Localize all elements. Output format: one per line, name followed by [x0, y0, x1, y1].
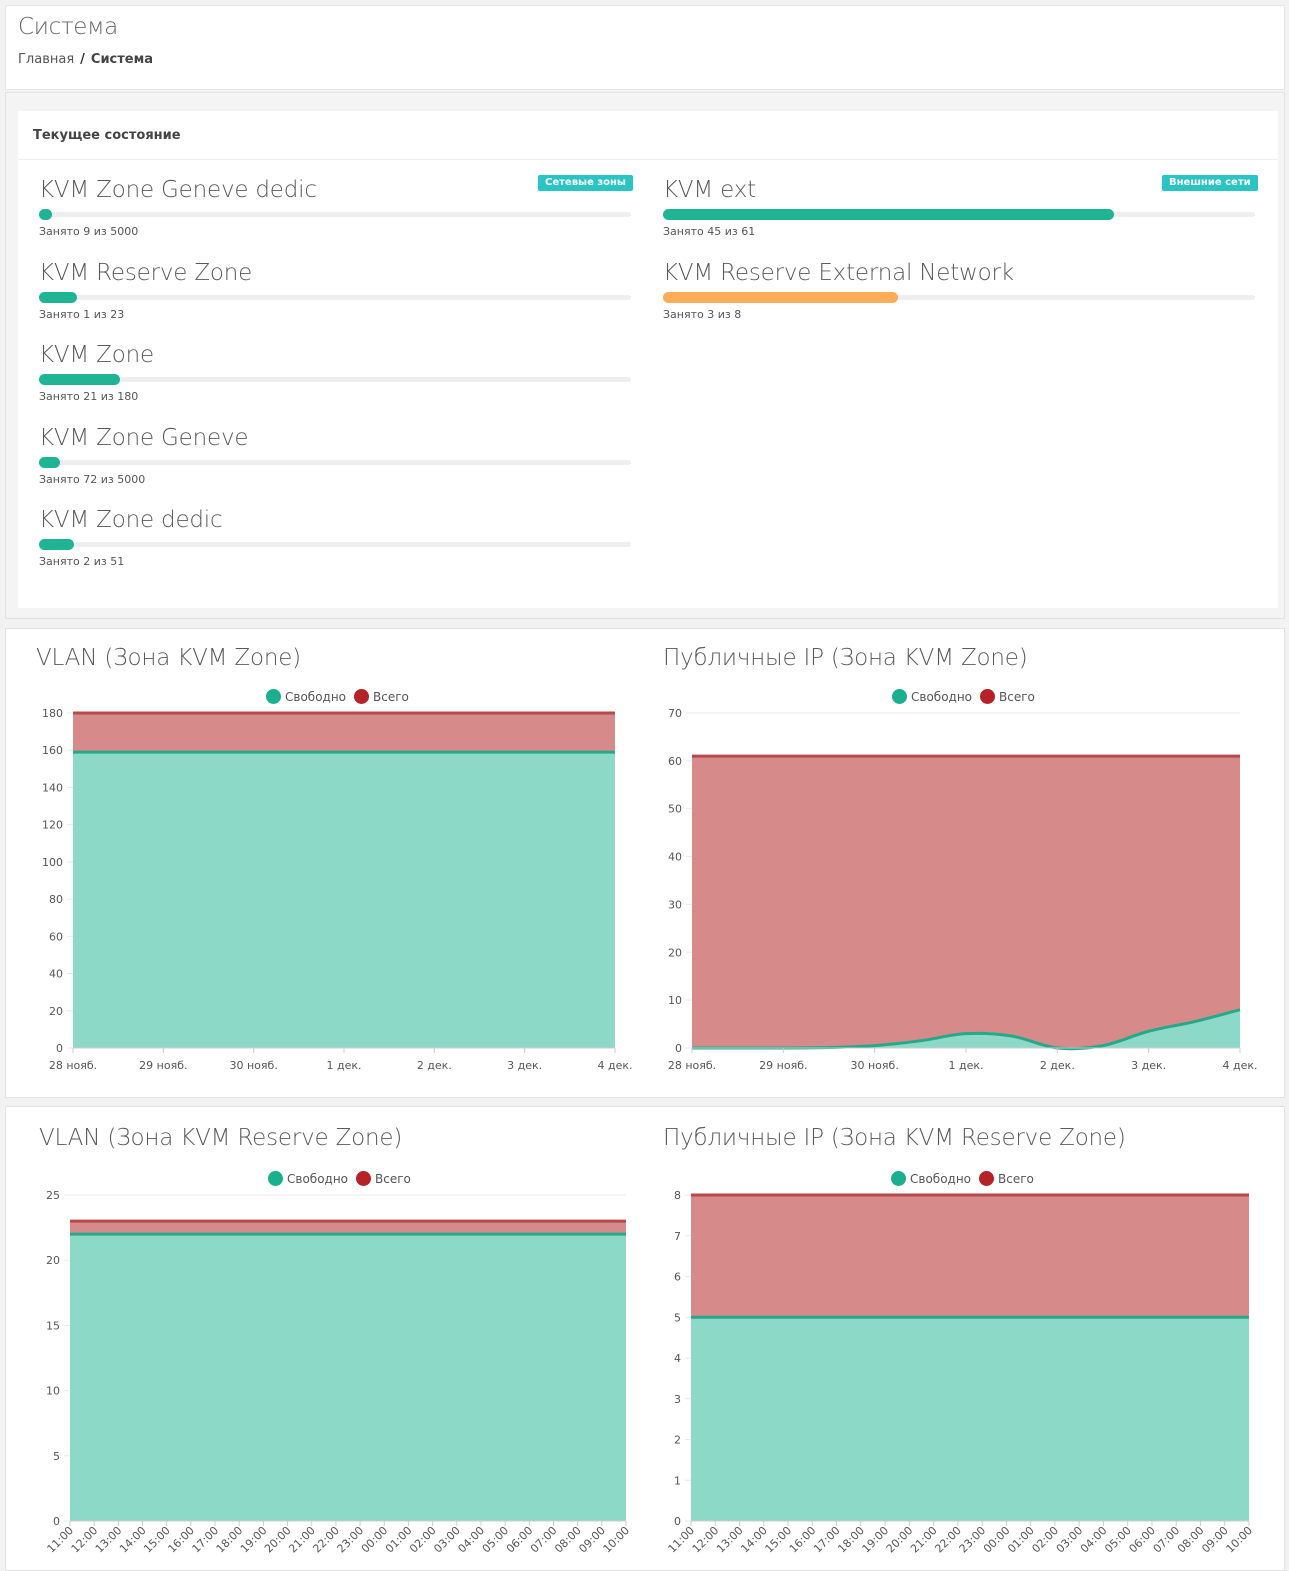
x-tick-label: 28 нояб.	[668, 1059, 716, 1072]
x-tick-label: 14:00	[738, 1524, 770, 1556]
x-tick-label: 09:00	[1199, 1524, 1231, 1556]
resource-name: KVM Zone dedic	[39, 507, 223, 533]
x-tick-label: 3 дек.	[1131, 1059, 1166, 1072]
card-divider	[18, 159, 1278, 160]
resource-name: KVM Reserve Zone	[39, 260, 253, 286]
x-tick-label: 19:00	[860, 1524, 892, 1556]
x-tick-label: 18:00	[835, 1524, 867, 1556]
y-tick-label: 3	[674, 1393, 681, 1406]
x-tick-label: 1 дек.	[948, 1059, 983, 1072]
x-tick-label: 04:00	[1078, 1524, 1110, 1556]
resource-name: KVM Reserve External Network	[663, 260, 1014, 286]
x-tick-label: 01:00	[1005, 1524, 1037, 1556]
charts-row-kvm-zone: VLAN (Зона KVM Zone) Свободно Всего 0 20 4…	[5, 628, 1285, 1098]
x-tick-label: 22:00	[932, 1524, 964, 1556]
x-tick-label: 02:00	[1029, 1524, 1061, 1556]
y-tick-label: 0	[675, 1042, 682, 1055]
usage-bar-fill	[663, 209, 1114, 220]
breadcrumb-current: Система	[90, 52, 154, 67]
x-tick-label: 07:00	[1151, 1524, 1183, 1556]
usage-text: Занято 21 из 180	[39, 390, 139, 403]
y-tick-label: 4	[674, 1352, 681, 1365]
y-tick-label: 8	[674, 1189, 681, 1202]
x-tick-label: 11:00	[666, 1524, 698, 1556]
x-tick-label: 2 дек.	[1040, 1059, 1075, 1072]
network-zones-badge: Сетевые зоны	[538, 175, 633, 191]
x-tick-label: 30 нояб.	[851, 1059, 899, 1072]
total-area	[692, 756, 1240, 1048]
usage-text: Занято 2 из 51	[39, 555, 125, 568]
usage-bar-track	[39, 374, 631, 385]
y-tick-label: 0	[674, 1515, 681, 1528]
x-tick-label: 10:00	[1224, 1524, 1256, 1556]
usage-bar-fill	[663, 292, 898, 303]
y-tick-label: 10	[668, 994, 682, 1007]
y-tick-label: 60	[668, 755, 682, 768]
x-tick-label: 03:00	[1054, 1524, 1086, 1556]
usage-text: Занято 9 из 5000	[39, 225, 139, 238]
usage-bar-fill	[39, 209, 52, 220]
usage-bar-track	[663, 292, 1255, 303]
x-tick-label: 16:00	[787, 1524, 819, 1556]
y-tick-label: 6	[674, 1271, 681, 1284]
chart-public-ip-kvm-reserve-zone: 01234567811:0012:0013:0014:0015:0016:001…	[666, 1189, 1256, 1556]
usage-bar-track	[39, 292, 631, 303]
x-tick-label: 29 нояб.	[759, 1059, 807, 1072]
y-tick-label: 7	[674, 1230, 681, 1243]
x-tick-label: 4 дек.	[1222, 1059, 1257, 1072]
usage-bar-track	[39, 209, 631, 220]
resource-name: KVM ext	[663, 177, 756, 203]
y-tick-label: 20	[668, 946, 682, 959]
y-tick-label: 50	[668, 803, 682, 816]
breadcrumb-home-link[interactable]: Главная	[18, 52, 74, 67]
charts-row-kvm-reserve-zone: VLAN (Зона KVM Reserve Zone) Свободно Вс…	[5, 1106, 1285, 1571]
y-tick-label: 70	[668, 707, 682, 720]
x-tick-label: 05:00	[1102, 1524, 1134, 1556]
usage-text: Занято 72 из 5000	[39, 473, 146, 486]
usage-bar-track	[39, 457, 631, 468]
x-tick-label: 12:00	[690, 1524, 722, 1556]
x-tick-label: 13:00	[714, 1524, 746, 1556]
usage-bar-track	[663, 209, 1255, 220]
x-tick-label: 21:00	[908, 1524, 940, 1556]
status-card-title: Текущее состояние	[33, 128, 181, 143]
x-tick-label: 17:00	[811, 1524, 843, 1556]
external-networks-badge: Внешние сети	[1162, 175, 1258, 191]
x-tick-label: 00:00	[981, 1524, 1013, 1556]
status-panel: Текущее состояние Сетевые зоны Внешние с…	[5, 92, 1285, 619]
x-tick-label: 23:00	[957, 1524, 989, 1556]
y-tick-label: 1	[674, 1474, 681, 1487]
usage-text: Занято 3 из 8	[663, 308, 742, 321]
y-tick-label: 5	[674, 1311, 681, 1324]
usage-bar-fill	[39, 292, 77, 303]
usage-bar-fill	[39, 374, 120, 385]
x-tick-label: 15:00	[763, 1524, 795, 1556]
usage-bar-track	[39, 539, 631, 550]
y-tick-label: 40	[668, 851, 682, 864]
y-tick-label: 2	[674, 1434, 681, 1447]
usage-bar-fill	[39, 457, 60, 468]
page-header: Система Главная / Система	[5, 5, 1285, 90]
usage-text: Занято 1 из 23	[39, 308, 125, 321]
usage-bar-fill	[39, 539, 74, 550]
page-title: Система	[18, 14, 118, 40]
x-tick-label: 20:00	[884, 1524, 916, 1556]
chart-public-ip-kvm-zone: 0 10 20 30 40 50 60 70 28 нояб. 29 нояб. 30 нояб. 1…	[668, 707, 1258, 1072]
usage-text: Занято 45 из 61	[663, 225, 756, 238]
resource-name: KVM Zone Geneve dedic	[39, 177, 317, 203]
x-tick-label: 06:00	[1126, 1524, 1158, 1556]
free-area	[691, 1317, 1249, 1521]
breadcrumb-separator: /	[80, 52, 85, 67]
resource-name: KVM Zone Geneve	[39, 425, 249, 451]
resource-name: KVM Zone	[39, 342, 154, 368]
x-tick-label: 08:00	[1175, 1524, 1207, 1556]
status-card: Текущее состояние Сетевые зоны Внешние с…	[18, 111, 1278, 608]
breadcrumb: Главная / Система	[18, 52, 153, 67]
y-tick-label: 30	[668, 898, 682, 911]
